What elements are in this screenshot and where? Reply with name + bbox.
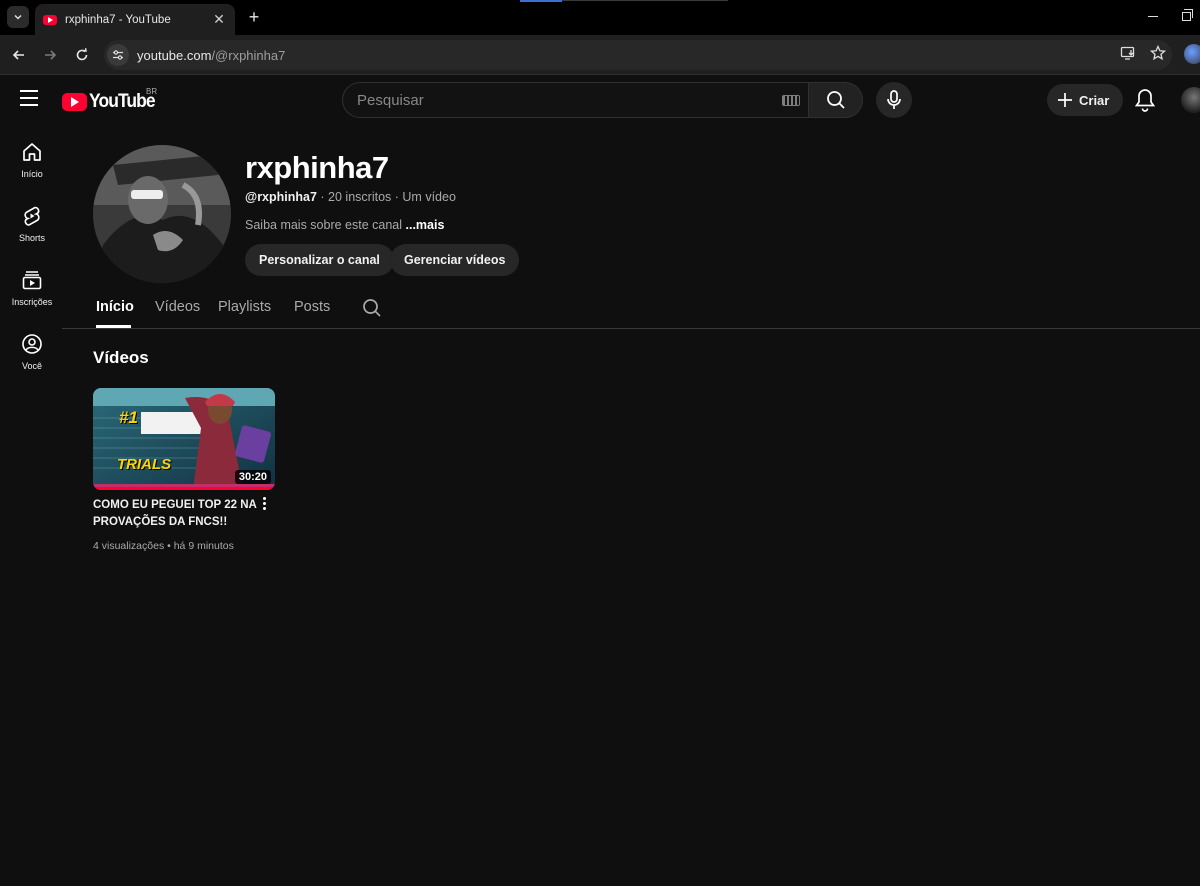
- menu-icon[interactable]: [20, 90, 42, 110]
- logo-text: YouTube: [89, 91, 156, 112]
- tab-posts[interactable]: Posts: [294, 299, 330, 315]
- active-tab-indicator: [96, 325, 131, 328]
- search-box: [342, 82, 808, 118]
- site-info-button[interactable]: [107, 44, 129, 66]
- thumbnail-trials-text: TRIALS: [117, 456, 172, 473]
- sidebar-item-you[interactable]: Você: [0, 317, 64, 381]
- back-button[interactable]: [7, 43, 31, 67]
- search-icon: [363, 299, 381, 317]
- channel-avatar[interactable]: [93, 145, 231, 283]
- account-circle-icon: [22, 334, 42, 354]
- home-icon: [23, 143, 41, 161]
- search-button[interactable]: [808, 82, 863, 118]
- plus-icon: [1058, 93, 1072, 107]
- tab-search-button[interactable]: [7, 6, 29, 28]
- create-label: Criar: [1079, 92, 1110, 108]
- sidebar-item-label: Você: [21, 361, 43, 371]
- search-input[interactable]: [357, 91, 757, 109]
- video-thumbnail[interactable]: #1 TRIALS 30:20: [93, 388, 275, 490]
- video-duration: 30:20: [234, 470, 271, 484]
- sidebar-item-subscriptions[interactable]: Inscrições: [0, 253, 64, 317]
- url-text[interactable]: youtube.com/@rxphinha7: [137, 48, 285, 63]
- bell-icon: [1134, 89, 1156, 112]
- about-text: Saiba mais sobre este canal: [245, 218, 403, 232]
- microphone-icon: [887, 90, 901, 109]
- browser-toolbar: youtube.com/@rxphinha7: [0, 35, 1200, 75]
- restore-icon[interactable]: [1182, 9, 1193, 21]
- forward-button[interactable]: [38, 43, 62, 67]
- arrow-right-icon: [45, 50, 57, 60]
- top-accent-line: [562, 0, 728, 1]
- voice-search-button[interactable]: [876, 82, 912, 118]
- video-count: · Um vídeo: [394, 190, 456, 204]
- customize-channel-button[interactable]: Personalizar o canal: [245, 244, 394, 276]
- video-meta: 4 visualizações • há 9 minutos: [93, 540, 234, 552]
- channel-handle: @rxphinha7: [245, 190, 317, 204]
- url-path: /@rxphinha7: [211, 47, 286, 63]
- about-more-link[interactable]: ...mais: [406, 218, 445, 232]
- sidebar-item-label: Início: [21, 169, 43, 179]
- tab-close-icon[interactable]: ✕: [211, 11, 227, 28]
- tune-icon: [113, 50, 123, 60]
- channel-meta: @rxphinha7 · 20 inscritos · Um vídeo: [245, 190, 456, 204]
- bookmark-star-icon[interactable]: [1150, 45, 1166, 61]
- keyboard-icon[interactable]: [782, 95, 800, 106]
- video-more-icon[interactable]: [259, 497, 269, 513]
- video-age: há 9 minutos: [173, 540, 234, 552]
- reload-button[interactable]: [70, 43, 94, 67]
- chevron-down-icon: [14, 14, 22, 20]
- youtube-play-icon: [62, 93, 87, 111]
- top-accent: [520, 0, 562, 2]
- thumbnail-rank-text: #1: [119, 408, 138, 427]
- reload-icon: [76, 48, 88, 61]
- arrow-left-icon: [12, 50, 24, 60]
- section-title: Vídeos: [93, 348, 149, 367]
- browser-tab[interactable]: rxphinha7 - YouTube ✕: [35, 4, 235, 35]
- manage-videos-button[interactable]: Gerenciar vídeos: [390, 244, 520, 276]
- video-title[interactable]: COMO EU PEGUEI TOP 22 NA PROVAÇÕES DA FN…: [93, 497, 261, 531]
- region-code: BR: [146, 87, 158, 96]
- subscriptions-icon: [22, 271, 42, 290]
- watch-progress-bar: [93, 487, 275, 490]
- subscriber-count: · 20 inscritos: [320, 190, 392, 204]
- channel-search-button[interactable]: [362, 298, 382, 318]
- youtube-header: YouTube BR Criar: [0, 75, 1200, 125]
- url-host: youtube.com: [137, 47, 212, 63]
- tab-title: rxphinha7 - YouTube: [65, 13, 171, 26]
- shorts-icon: [24, 206, 40, 226]
- channel-name: rxphinha7: [245, 150, 389, 185]
- tab-videos[interactable]: Vídeos: [155, 299, 200, 315]
- address-bar[interactable]: youtube.com/@rxphinha7: [104, 40, 1172, 70]
- search-bar: [342, 82, 863, 118]
- install-app-icon[interactable]: [1120, 45, 1136, 61]
- browser-tab-strip: rxphinha7 - YouTube ✕ +: [0, 0, 1200, 35]
- sidebar-item-shorts[interactable]: Shorts: [0, 189, 64, 253]
- tab-home[interactable]: Início: [96, 299, 134, 315]
- sidebar-item-label: Shorts: [18, 233, 45, 243]
- search-icon: [826, 91, 845, 109]
- sidebar-item-home[interactable]: Início: [0, 125, 64, 189]
- video-views: 4 visualizações: [93, 540, 165, 552]
- create-button[interactable]: Criar: [1047, 84, 1124, 116]
- tab-playlists[interactable]: Playlists: [218, 299, 271, 315]
- new-tab-button[interactable]: +: [244, 7, 264, 27]
- minimize-icon[interactable]: [1148, 16, 1158, 17]
- channel-about[interactable]: Saiba mais sobre este canal ...mais: [245, 218, 444, 232]
- mini-guide-sidebar: Início Shorts Inscrições Você: [0, 125, 64, 381]
- youtube-favicon-icon: [43, 14, 57, 25]
- profile-avatar-icon[interactable]: [1184, 44, 1200, 64]
- notifications-button[interactable]: [1134, 88, 1156, 112]
- account-avatar[interactable]: [1181, 87, 1200, 113]
- channel-tabs: Início Vídeos Playlists Posts: [62, 290, 1200, 329]
- sidebar-item-label: Inscrições: [11, 297, 53, 307]
- meta-separator: •: [167, 540, 174, 552]
